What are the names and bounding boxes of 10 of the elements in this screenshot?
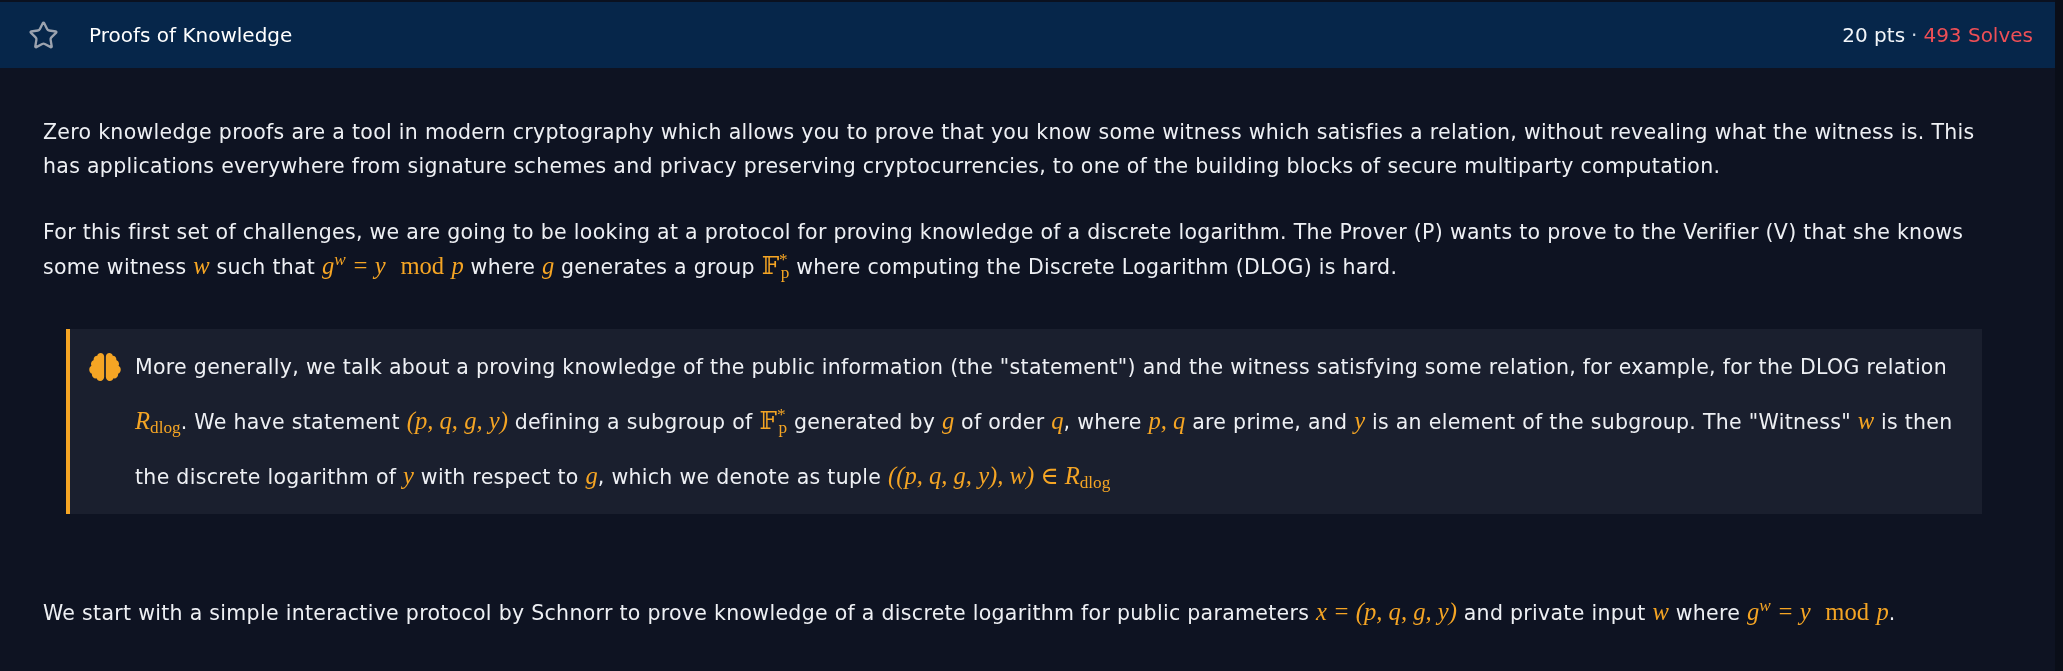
- points-text: 20 pts: [1842, 22, 1906, 49]
- paragraph: Zero knowledge proofs are a tool in modern cryptography which allows you to prove that you know some witness which satisfies a relation, without revealing what the witness is. This has applications everywhere from signature schemes and privacy preserving cryptocurrencies, to one of the building blocks of secure multiparty computation.: [43, 119, 1976, 180]
- challenge-title: Proofs of Knowledge: [89, 22, 293, 49]
- meta-separator: ·: [1911, 22, 1918, 49]
- paragraph: For this first set of challenges, we are going to be looking at a protocol for proving knowledge of a discrete logarithm. The Prover (P) wants to prove to the Verifier (V) that she knows some witness w such that g$^{w}$ = y mod p where g generates a group 𝔽$^{*}$$_{p}$ where computing the Discrete Logarithm (DLOG) is hard.: [43, 219, 1965, 284]
- paragraph: We start with a simple interactive protocol by Schnorr to prove knowledge of a discrete logarithm for public parameters x = (p, q, g, y) and private input w where g$^{w}$ = y mod p.: [43, 595, 1897, 627]
- solves-count: 493 Solves: [1923, 22, 2033, 49]
- callout-text: More generally, we talk about a proving knowledge of the public information (the "statement") and the witness satisfying some relation, for example, for the DLOG relation R$_{dlog}$. We have statement (p, q, g, y) defining a subgroup of 𝔽$^{*}$$_{p}$ generated by g of order q, where p, q are prime, and y is an element of the subgroup. The "Witness" w is then the discrete logarithm of y with respect to g, which we denote as tuple ((p, q, g, y), w) ∈ R$_{dlog}$: [135, 354, 1954, 495]
- favorite-star-icon[interactable]: [28, 19, 59, 51]
- brain-icon: [89, 353, 121, 381]
